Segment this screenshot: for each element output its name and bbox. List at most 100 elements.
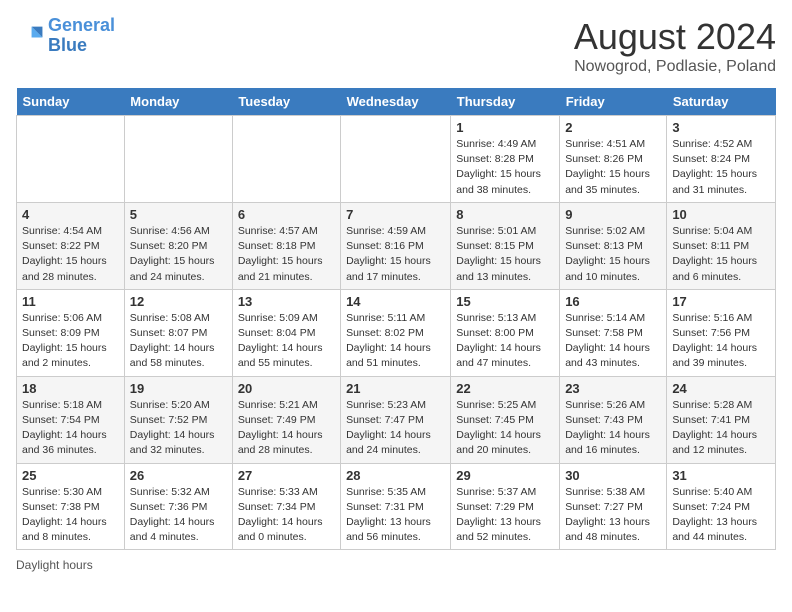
day-number: 1 <box>456 120 554 135</box>
day-info: Sunrise: 5:38 AM Sunset: 7:27 PM Dayligh… <box>565 485 661 546</box>
day-cell: 2 Sunrise: 4:51 AM Sunset: 8:26 PM Daylig… <box>560 116 667 203</box>
day-number: 7 <box>346 207 445 222</box>
day-info: Sunrise: 5:25 AM Sunset: 7:45 PM Dayligh… <box>456 398 554 459</box>
day-number: 15 <box>456 294 554 309</box>
day-cell: 21Sunrise: 5:23 AM Sunset: 7:47 PM Dayli… <box>341 376 451 463</box>
day-cell: 24 Sunrise: 5:28 AM Sunset: 7:41 PM Dayli… <box>667 376 776 463</box>
day-cell: 25Sunrise: 5:30 AM Sunset: 7:38 PM Dayli… <box>17 463 125 550</box>
day-number: 18 <box>22 381 119 396</box>
day-number: 14 <box>346 294 445 309</box>
week-row-2: 4 Sunrise: 4:54 AM Sunset: 8:22 PM Daylig… <box>17 202 776 289</box>
day-info: Sunrise: 5:08 AM Sunset: 8:07 PM Dayligh… <box>130 311 227 372</box>
day-cell: 12 Sunrise: 5:08 AM Sunset: 8:07 PM Dayli… <box>124 289 232 376</box>
day-number: 16 <box>565 294 661 309</box>
day-info: Sunrise: 5:30 AM Sunset: 7:38 PM Dayligh… <box>22 485 119 546</box>
day-number: 2 <box>565 120 661 135</box>
day-info: Sunrise: 4:57 AM Sunset: 8:18 PM Dayligh… <box>238 224 335 285</box>
day-cell: 4 Sunrise: 4:54 AM Sunset: 8:22 PM Daylig… <box>17 202 125 289</box>
day-info: Sunrise: 5:21 AM Sunset: 7:49 PM Dayligh… <box>238 398 335 459</box>
day-info: Sunrise: 5:09 AM Sunset: 8:04 PM Dayligh… <box>238 311 335 372</box>
day-number: 5 <box>130 207 227 222</box>
day-cell: 16 Sunrise: 5:14 AM Sunset: 7:58 PM Dayli… <box>560 289 667 376</box>
day-cell: 26 Sunrise: 5:32 AM Sunset: 7:36 PM Dayli… <box>124 463 232 550</box>
day-info: Sunrise: 4:51 AM Sunset: 8:26 PM Dayligh… <box>565 137 661 198</box>
day-info: Sunrise: 5:37 AM Sunset: 7:29 PM Dayligh… <box>456 485 554 546</box>
day-info: Sunrise: 5:02 AM Sunset: 8:13 PM Dayligh… <box>565 224 661 285</box>
day-cell: 17 Sunrise: 5:16 AM Sunset: 7:56 PM Dayli… <box>667 289 776 376</box>
day-cell: 11 Sunrise: 5:06 AM Sunset: 8:09 PM Dayli… <box>17 289 125 376</box>
day-cell <box>124 116 232 203</box>
col-header-tuesday: Tuesday <box>232 88 340 116</box>
day-number: 26 <box>130 468 227 483</box>
day-cell: 22 Sunrise: 5:25 AM Sunset: 7:45 PM Dayli… <box>451 376 560 463</box>
day-number: 23 <box>565 381 661 396</box>
day-info: Sunrise: 4:54 AM Sunset: 8:22 PM Dayligh… <box>22 224 119 285</box>
day-info: Sunrise: 5:01 AM Sunset: 8:15 PM Dayligh… <box>456 224 554 285</box>
day-cell: 7 Sunrise: 4:59 AM Sunset: 8:16 PM Daylig… <box>341 202 451 289</box>
title-block: August 2024 Nowogrod, Podlasie, Poland <box>574 16 776 76</box>
day-number: 22 <box>456 381 554 396</box>
day-info: Sunrise: 4:49 AM Sunset: 8:28 PM Dayligh… <box>456 137 554 198</box>
day-number: 17 <box>672 294 770 309</box>
day-cell: 30 Sunrise: 5:38 AM Sunset: 7:27 PM Dayli… <box>560 463 667 550</box>
day-cell: 6 Sunrise: 4:57 AM Sunset: 8:18 PM Daylig… <box>232 202 340 289</box>
day-cell: 20 Sunrise: 5:21 AM Sunset: 7:49 PM Dayli… <box>232 376 340 463</box>
day-cell: 9 Sunrise: 5:02 AM Sunset: 8:13 PM Daylig… <box>560 202 667 289</box>
day-number: 4 <box>22 207 119 222</box>
day-cell: 28Sunrise: 5:35 AM Sunset: 7:31 PM Dayli… <box>341 463 451 550</box>
day-info: Sunrise: 5:40 AM Sunset: 7:24 PM Dayligh… <box>672 485 770 546</box>
day-number: 27 <box>238 468 335 483</box>
day-cell <box>232 116 340 203</box>
day-number: 29 <box>456 468 554 483</box>
day-number: 8 <box>456 207 554 222</box>
day-cell: 1 Sunrise: 4:49 AM Sunset: 8:28 PM Daylig… <box>451 116 560 203</box>
day-info: Sunrise: 5:11 AM Sunset: 8:02 PM Dayligh… <box>346 311 445 372</box>
day-number: 30 <box>565 468 661 483</box>
subtitle: Nowogrod, Podlasie, Poland <box>574 58 776 76</box>
day-cell: 3Sunrise: 4:52 AM Sunset: 8:24 PM Daylig… <box>667 116 776 203</box>
day-info: Sunrise: 5:20 AM Sunset: 7:52 PM Dayligh… <box>130 398 227 459</box>
day-number: 11 <box>22 294 119 309</box>
day-cell: 23 Sunrise: 5:26 AM Sunset: 7:43 PM Dayli… <box>560 376 667 463</box>
day-number: 12 <box>130 294 227 309</box>
header-row: SundayMondayTuesdayWednesdayThursdayFrid… <box>17 88 776 116</box>
week-row-1: 1 Sunrise: 4:49 AM Sunset: 8:28 PM Daylig… <box>17 116 776 203</box>
day-info: Sunrise: 5:32 AM Sunset: 7:36 PM Dayligh… <box>130 485 227 546</box>
logo: General Blue <box>16 16 115 56</box>
day-cell: 18 Sunrise: 5:18 AM Sunset: 7:54 PM Dayli… <box>17 376 125 463</box>
day-info: Sunrise: 5:13 AM Sunset: 8:00 PM Dayligh… <box>456 311 554 372</box>
day-cell: 5 Sunrise: 4:56 AM Sunset: 8:20 PM Daylig… <box>124 202 232 289</box>
day-cell: 8 Sunrise: 5:01 AM Sunset: 8:15 PM Daylig… <box>451 202 560 289</box>
day-info: Sunrise: 4:56 AM Sunset: 8:20 PM Dayligh… <box>130 224 227 285</box>
day-cell: 15 Sunrise: 5:13 AM Sunset: 8:00 PM Dayli… <box>451 289 560 376</box>
day-cell: 31 Sunrise: 5:40 AM Sunset: 7:24 PM Dayli… <box>667 463 776 550</box>
day-info: Sunrise: 5:23 AM Sunset: 7:47 PM Dayligh… <box>346 398 445 459</box>
logo-text: General Blue <box>48 16 115 56</box>
day-number: 19 <box>130 381 227 396</box>
page-header: General Blue August 2024 Nowogrod, Podla… <box>16 16 776 76</box>
day-info: Sunrise: 5:14 AM Sunset: 7:58 PM Dayligh… <box>565 311 661 372</box>
week-row-3: 11 Sunrise: 5:06 AM Sunset: 8:09 PM Dayli… <box>17 289 776 376</box>
logo-icon <box>16 22 44 50</box>
day-number: 6 <box>238 207 335 222</box>
week-row-5: 25Sunrise: 5:30 AM Sunset: 7:38 PM Dayli… <box>17 463 776 550</box>
day-info: Sunrise: 4:59 AM Sunset: 8:16 PM Dayligh… <box>346 224 445 285</box>
day-cell: 19 Sunrise: 5:20 AM Sunset: 7:52 PM Dayli… <box>124 376 232 463</box>
day-info: Sunrise: 5:18 AM Sunset: 7:54 PM Dayligh… <box>22 398 119 459</box>
day-number: 9 <box>565 207 661 222</box>
day-number: 24 <box>672 381 770 396</box>
day-info: Sunrise: 5:28 AM Sunset: 7:41 PM Dayligh… <box>672 398 770 459</box>
day-cell <box>341 116 451 203</box>
day-number: 31 <box>672 468 770 483</box>
calendar-table: SundayMondayTuesdayWednesdayThursdayFrid… <box>16 88 776 550</box>
day-info: Sunrise: 5:16 AM Sunset: 7:56 PM Dayligh… <box>672 311 770 372</box>
col-header-thursday: Thursday <box>451 88 560 116</box>
day-info: Sunrise: 5:26 AM Sunset: 7:43 PM Dayligh… <box>565 398 661 459</box>
footer: Daylight hours <box>16 558 776 572</box>
day-cell: 13Sunrise: 5:09 AM Sunset: 8:04 PM Dayli… <box>232 289 340 376</box>
day-info: Sunrise: 4:52 AM Sunset: 8:24 PM Dayligh… <box>672 137 770 198</box>
day-cell: 10Sunrise: 5:04 AM Sunset: 8:11 PM Dayli… <box>667 202 776 289</box>
day-info: Sunrise: 5:06 AM Sunset: 8:09 PM Dayligh… <box>22 311 119 372</box>
main-title: August 2024 <box>574 16 776 58</box>
day-number: 20 <box>238 381 335 396</box>
